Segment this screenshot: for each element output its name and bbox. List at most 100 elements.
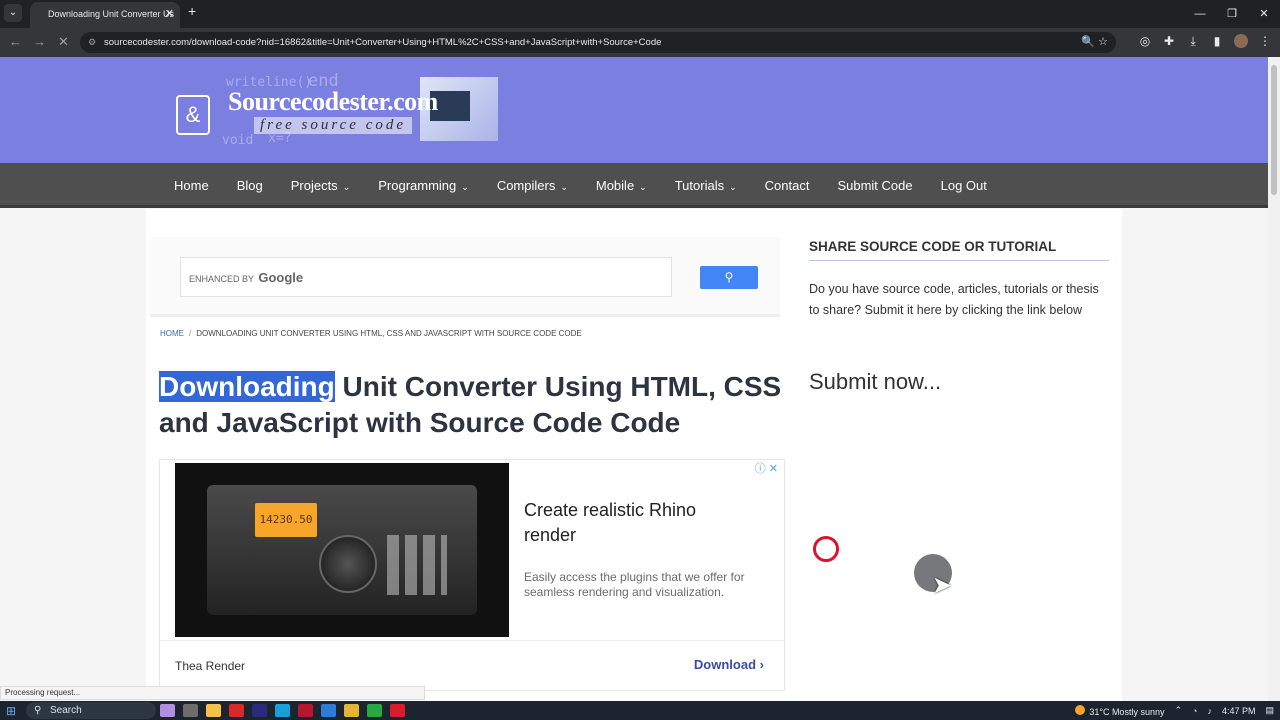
chevron-down-icon: ⌄ bbox=[729, 182, 737, 192]
breadcrumb-home-link[interactable]: HOME bbox=[160, 329, 184, 338]
sidebar-text: Do you have source code, articles, tutor… bbox=[809, 282, 1099, 317]
taskbar: ⊞ ⚲ Search 31°C Mostly sunny ⌃ ◔ ♪ 4:47 … bbox=[0, 701, 1280, 720]
zoom-icon[interactable]: 🔍 bbox=[1081, 36, 1095, 48]
nav-item-label: Home bbox=[174, 178, 209, 193]
file-explorer-icon[interactable] bbox=[206, 704, 221, 717]
ad-image[interactable]: 14230.50 bbox=[175, 463, 509, 637]
nav-item-submit-code[interactable]: Submit Code bbox=[823, 178, 926, 193]
nav-item-label: Log Out bbox=[940, 178, 987, 193]
scrollbar-thumb[interactable] bbox=[1271, 65, 1277, 195]
clock[interactable]: 4:47 PM bbox=[1222, 706, 1256, 716]
nav-item-programming[interactable]: Programming ⌄ bbox=[364, 178, 483, 193]
submit-now-link[interactable]: Submit now... bbox=[809, 369, 941, 395]
mouse-pointer-icon: ➤ bbox=[932, 572, 953, 599]
radio-keypad bbox=[387, 535, 447, 595]
ad-title[interactable]: Create realistic Rhino render bbox=[524, 498, 744, 548]
chevron-down-icon: ⌄ bbox=[560, 182, 568, 192]
selected-text: Downloading bbox=[159, 371, 335, 402]
network-icon[interactable]: ◔ bbox=[1192, 706, 1197, 716]
omnibox-actions: 🔍 ☆ bbox=[1081, 32, 1108, 53]
bookmark-star-icon[interactable]: ☆ bbox=[1098, 36, 1108, 48]
taskbar-search[interactable]: ⚲ Search bbox=[26, 702, 156, 719]
side-panel-icon[interactable]: ▮ bbox=[1210, 34, 1224, 51]
back-icon[interactable]: ← bbox=[9, 34, 22, 49]
restore-icon[interactable]: ❐ bbox=[1216, 0, 1248, 28]
enhanced-by-label: ENHANCED BY bbox=[189, 274, 254, 284]
extensions-puzzle-icon[interactable]: ✚ bbox=[1162, 34, 1176, 51]
minimize-icon[interactable]: — bbox=[1184, 0, 1216, 28]
tab-search-button[interactable]: ⌄ bbox=[4, 4, 22, 22]
nav-item-contact[interactable]: Contact bbox=[751, 178, 824, 193]
search-input[interactable]: ENHANCED BY Google bbox=[180, 257, 672, 297]
chrome-menu-icon[interactable]: ⋮ bbox=[1258, 34, 1272, 51]
browser-tab[interactable]: Downloading Unit Converter Us ✕ bbox=[30, 2, 180, 28]
vscode-icon[interactable] bbox=[321, 704, 336, 717]
ad-download-label: Download bbox=[693, 657, 757, 672]
sidebar-title: SHARE SOURCE CODE OR TUTORIAL bbox=[809, 239, 1109, 261]
ad-advertiser[interactable]: Thea Render bbox=[175, 659, 245, 673]
site-header: writeline() end void x=? & Sourcecodeste… bbox=[0, 57, 1268, 163]
search-icon: ⚲ bbox=[724, 270, 734, 284]
page-scrollbar[interactable] bbox=[1268, 57, 1280, 701]
volume-icon[interactable]: ♪ bbox=[1207, 706, 1212, 716]
search-button[interactable]: ⚲ bbox=[700, 266, 758, 289]
ad-banner[interactable]: 14230.50 ⓘ ✕ Create realistic Rhino rend… bbox=[159, 459, 785, 691]
weather-widget[interactable]: 31°C Mostly sunny bbox=[1075, 704, 1165, 717]
weather-text: 31°C Mostly sunny bbox=[1089, 706, 1165, 717]
nav-item-label: Compilers bbox=[496, 178, 556, 193]
close-window-icon[interactable]: ✕ bbox=[1248, 0, 1280, 28]
nav-item-label: Projects bbox=[290, 178, 338, 193]
opera-icon[interactable] bbox=[229, 704, 244, 717]
address-toolbar: ← → ✕ ⚙ sourcecodester.com/download-code… bbox=[0, 28, 1280, 57]
search-icon: ⚲ bbox=[34, 705, 42, 716]
nav-item-tutorials[interactable]: Tutorials ⌄ bbox=[661, 178, 751, 193]
breadcrumb-separator: / bbox=[189, 329, 192, 338]
logo-bg-word: void bbox=[222, 133, 254, 148]
site-logo[interactable]: writeline() end void x=? & Sourcecodeste… bbox=[176, 71, 498, 148]
download-icon[interactable]: ⤓ bbox=[1186, 34, 1200, 51]
taskbar-apps bbox=[160, 704, 405, 717]
nav-item-label: Contact bbox=[764, 178, 810, 193]
chevron-down-icon: ⌄ bbox=[639, 182, 647, 192]
site-info-icon[interactable]: ⚙ bbox=[88, 32, 96, 53]
stop-loading-icon[interactable]: ✕ bbox=[58, 34, 69, 50]
click-indicator-icon bbox=[813, 536, 839, 562]
system-tray: 31°C Mostly sunny ⌃ ◔ ♪ 4:47 PM ▤ bbox=[1075, 701, 1274, 720]
chrome-icon[interactable] bbox=[344, 704, 359, 717]
breadcrumb: HOME / DOWNLOADING UNIT CONVERTER USING HT… bbox=[160, 329, 582, 338]
google-logo: Google bbox=[258, 270, 304, 285]
nav-item-blog[interactable]: Blog bbox=[223, 178, 277, 193]
app-icon[interactable] bbox=[160, 704, 175, 717]
edge-icon[interactable] bbox=[275, 704, 290, 717]
radio-transceiver-graphic: 14230.50 bbox=[207, 485, 477, 615]
ad-description: Easily access the plugins that we offer … bbox=[524, 570, 745, 599]
green-app-icon[interactable] bbox=[367, 704, 382, 717]
profile-avatar[interactable] bbox=[1234, 34, 1248, 51]
nav-item-home[interactable]: Home bbox=[160, 178, 223, 193]
main-nav: Home Blog Projects ⌄ Programming ⌄ Compilers ⌄ M… bbox=[0, 163, 1268, 208]
windows-start-icon[interactable]: ⊞ bbox=[6, 704, 16, 718]
breadcrumb-current: DOWNLOADING UNIT CONVERTER USING HTML, C… bbox=[196, 329, 582, 338]
premiere-icon[interactable] bbox=[252, 704, 267, 717]
sun-icon bbox=[1075, 704, 1086, 715]
new-tab-button[interactable]: + bbox=[188, 3, 196, 19]
task-view-icon[interactable] bbox=[183, 704, 198, 717]
content-area: ENHANCED BY Google ⚲ HOME / DOWNLOADING UN… bbox=[146, 209, 1122, 701]
ad-download-button[interactable]: Download › bbox=[694, 657, 764, 672]
ad-choices-icon[interactable]: ⓘ ✕ bbox=[755, 460, 778, 476]
logo-badge-icon: & bbox=[176, 95, 210, 135]
nav-item-mobile[interactable]: Mobile ⌄ bbox=[582, 178, 661, 193]
forward-icon[interactable]: → bbox=[33, 34, 46, 49]
opera-gx-icon[interactable] bbox=[298, 704, 313, 717]
radio-display: 14230.50 bbox=[255, 503, 317, 537]
notification-icon[interactable]: ▤ bbox=[1265, 705, 1274, 716]
tab-close-icon[interactable]: ✕ bbox=[165, 2, 174, 26]
extension-icon[interactable]: ◎ bbox=[1138, 34, 1152, 51]
nav-item-compilers[interactable]: Compilers ⌄ bbox=[483, 178, 582, 193]
nav-item-projects[interactable]: Projects ⌄ bbox=[277, 178, 365, 193]
url-bar[interactable]: ⚙ sourcecodester.com/download-code?nid=1… bbox=[80, 32, 1116, 53]
chevron-right-icon: › bbox=[759, 657, 764, 672]
red-app-icon[interactable] bbox=[390, 704, 405, 717]
nav-item-log-out[interactable]: Log Out bbox=[927, 178, 1001, 193]
tray-overflow-icon[interactable]: ⌃ bbox=[1174, 705, 1182, 716]
